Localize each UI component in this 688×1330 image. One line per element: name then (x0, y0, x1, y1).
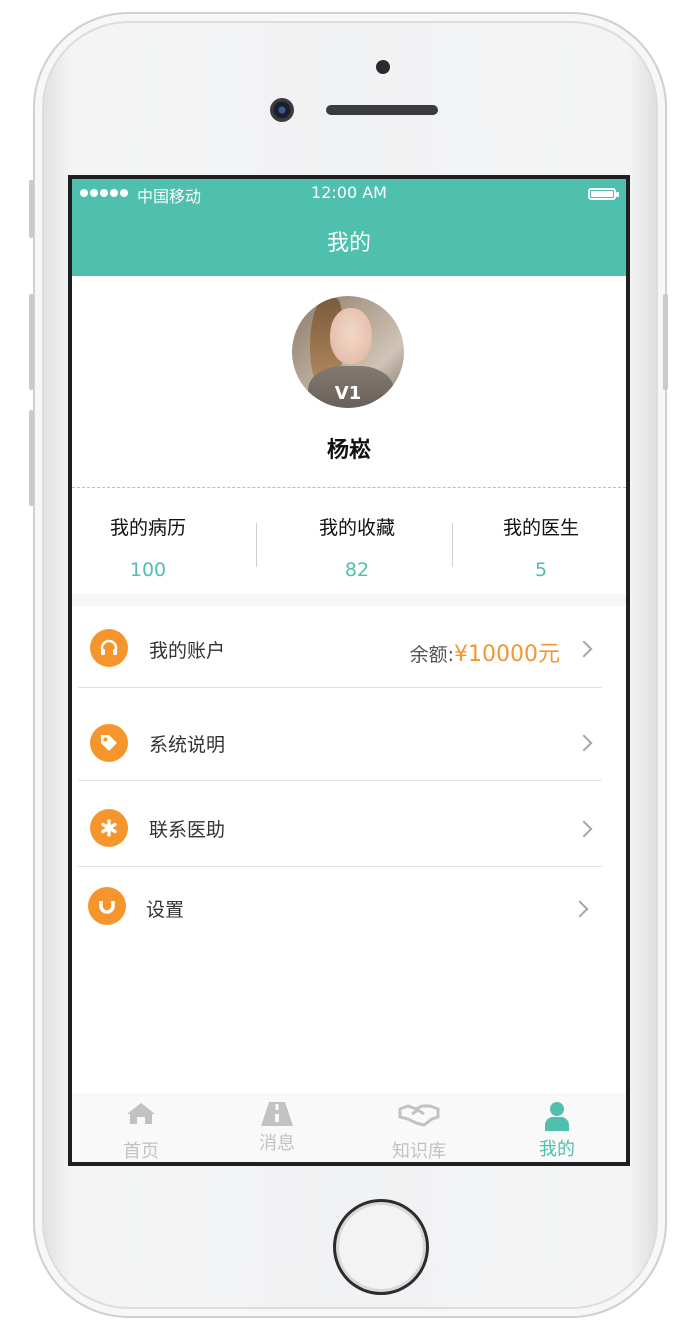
stat-label: 我的病历 (109, 517, 186, 539)
stat-value: 100 (129, 559, 167, 581)
balance-display: 余额:¥10000元 (410, 636, 560, 668)
balance-amount: ¥10000元 (454, 642, 560, 667)
menu-label: 联系医助 (149, 819, 226, 841)
proximity-sensor (376, 60, 390, 74)
profile-section: V1 杨崧 (72, 276, 626, 488)
mute-switch (29, 180, 34, 238)
user-icon (544, 1101, 570, 1135)
chevron-right-icon (575, 734, 593, 752)
chevron-right-icon (575, 640, 593, 658)
avatar[interactable]: V1 (292, 296, 404, 408)
tab-label: 我的 (539, 1139, 575, 1160)
tab-label: 首页 (123, 1141, 159, 1162)
stat-divider (256, 523, 257, 567)
tab-messages[interactable]: 消息 (208, 1093, 346, 1162)
handshake-icon (398, 1101, 440, 1131)
stat-doctors[interactable]: 我的医生 5 (476, 489, 606, 594)
user-name: 杨崧 (326, 438, 371, 463)
menu-label: 系统说明 (149, 734, 226, 756)
front-camera (270, 98, 294, 122)
tab-home[interactable]: 首页 (72, 1093, 210, 1162)
clock: 12:00 AM (311, 183, 387, 202)
tab-mine[interactable]: 我的 (488, 1093, 626, 1162)
app-display: 中国移动 12:00 AM 我的 V1 杨崧 我的病历 100 我的收藏 82 … (72, 179, 626, 1162)
vip-badge: V1 (334, 383, 362, 404)
road-icon (260, 1101, 294, 1131)
home-button[interactable] (333, 1199, 429, 1295)
menu-item-settings[interactable]: 设置 (72, 867, 626, 947)
stat-label: 我的收藏 (318, 517, 395, 539)
asterisk-icon (90, 809, 128, 847)
status-bar: 中国移动 12:00 AM (72, 179, 626, 207)
battery-icon (588, 188, 619, 200)
tab-label: 知识库 (392, 1141, 446, 1162)
page-title: 我的 (326, 231, 371, 256)
stat-divider (452, 523, 453, 567)
menu-label: 我的账户 (149, 640, 226, 662)
earpiece-speaker (326, 105, 438, 115)
stat-label: 我的医生 (502, 517, 579, 539)
menu-item-account[interactable]: 我的账户 余额:¥10000元 (72, 606, 626, 688)
headphones-icon (90, 629, 128, 667)
menu-item-contact[interactable]: 联系医助 (72, 781, 626, 867)
tab-bar: 首页 消息 知识库 我的 (72, 1093, 626, 1162)
dashed-divider (72, 487, 626, 488)
tag-icon (90, 724, 128, 762)
chevron-right-icon (571, 900, 589, 918)
stat-records[interactable]: 我的病历 100 (72, 489, 224, 594)
volume-down-button (29, 410, 34, 506)
stat-favorites[interactable]: 我的收藏 82 (284, 489, 430, 594)
balance-label: 余额: (409, 644, 455, 666)
volume-up-button (29, 294, 34, 390)
power-button (663, 294, 668, 390)
tab-label: 消息 (259, 1133, 295, 1154)
tab-knowledge[interactable]: 知识库 (350, 1093, 488, 1162)
menu-item-about[interactable]: 系统说明 (72, 688, 626, 781)
avatar-face (330, 308, 372, 364)
stats-bar: 我的病历 100 我的收藏 82 我的医生 5 (72, 489, 626, 594)
screen: 中国移动 12:00 AM 我的 V1 杨崧 我的病历 100 我的收藏 82 … (68, 175, 630, 1166)
header: 中国移动 12:00 AM 我的 (72, 179, 626, 276)
stat-value: 5 (534, 559, 548, 581)
magnet-icon (88, 887, 126, 925)
chevron-right-icon (575, 820, 593, 838)
home-icon (126, 1101, 156, 1129)
section-gap (72, 594, 626, 606)
stat-value: 82 (344, 559, 370, 581)
menu-label: 设置 (146, 899, 185, 921)
